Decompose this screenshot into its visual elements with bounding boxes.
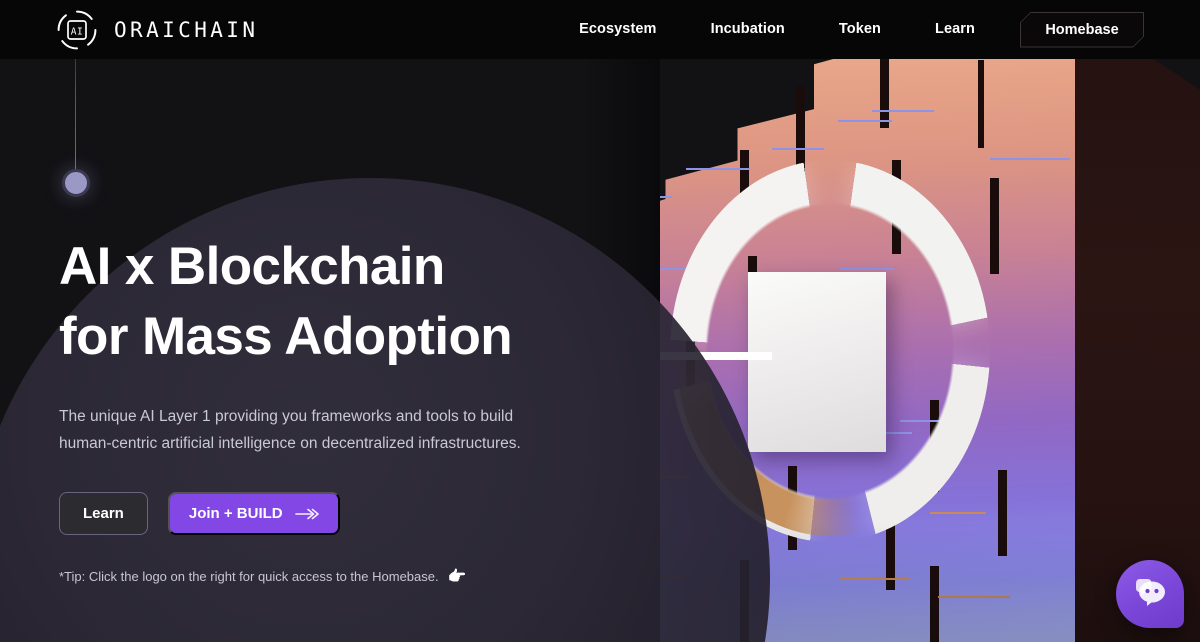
learn-button-label: Learn xyxy=(83,505,124,523)
join-build-button[interactable]: Join + BUILD xyxy=(167,492,340,536)
nav-item-incubation[interactable]: Incubation xyxy=(684,0,812,59)
decorative-node-dot xyxy=(62,169,90,197)
brand-logo[interactable]: AI ORAICHAIN xyxy=(55,8,258,52)
art-accent-line xyxy=(990,158,1070,160)
hero-copy: AI x Blockchain for Mass Adoption The un… xyxy=(59,232,619,585)
hero-tip-text: *Tip: Click the logo on the right for qu… xyxy=(59,568,439,584)
art-seam xyxy=(990,178,999,274)
page-root: AI ORAICHAIN Ecosystem Incubation Token … xyxy=(0,0,1200,642)
nav-item-ecosystem[interactable]: Ecosystem xyxy=(552,0,683,59)
hero-tip: *Tip: Click the logo on the right for qu… xyxy=(59,567,619,585)
arrow-right-icon xyxy=(294,508,319,520)
page-title: AI x Blockchain for Mass Adoption xyxy=(59,232,619,373)
headline-line-2: for Mass Adoption xyxy=(59,307,513,367)
main-navigation: Ecosystem Incubation Token Learn Homebas… xyxy=(552,0,1144,59)
art-seam xyxy=(978,60,984,148)
nav-item-token[interactable]: Token xyxy=(812,0,908,59)
hero-actions: Learn Join + BUILD xyxy=(59,492,619,536)
svg-text:AI: AI xyxy=(71,26,83,37)
headline-line-1: AI x Blockchain xyxy=(59,237,445,296)
nav-homebase-label: Homebase xyxy=(1045,21,1119,38)
chat-widget-button[interactable] xyxy=(1116,560,1184,628)
chat-bot-icon xyxy=(1130,575,1170,614)
nav-item-learn[interactable]: Learn xyxy=(908,0,1002,59)
art-accent-line xyxy=(772,148,824,150)
join-build-button-label: Join + BUILD xyxy=(188,505,283,523)
brand-name: ORAICHAIN xyxy=(114,17,259,42)
hero-subcopy: The unique AI Layer 1 providing you fram… xyxy=(59,407,521,452)
art-accent-line xyxy=(872,110,934,112)
learn-button[interactable]: Learn xyxy=(59,492,148,536)
ring-center-square xyxy=(748,272,886,452)
art-accent-line xyxy=(838,120,892,122)
nav-homebase-button[interactable]: Homebase xyxy=(1020,12,1144,48)
pointing-right-hand-icon: 👉 xyxy=(447,568,467,586)
oraichain-logo-icon: AI xyxy=(55,8,99,52)
site-header: AI ORAICHAIN Ecosystem Incubation Token … xyxy=(0,0,1200,59)
